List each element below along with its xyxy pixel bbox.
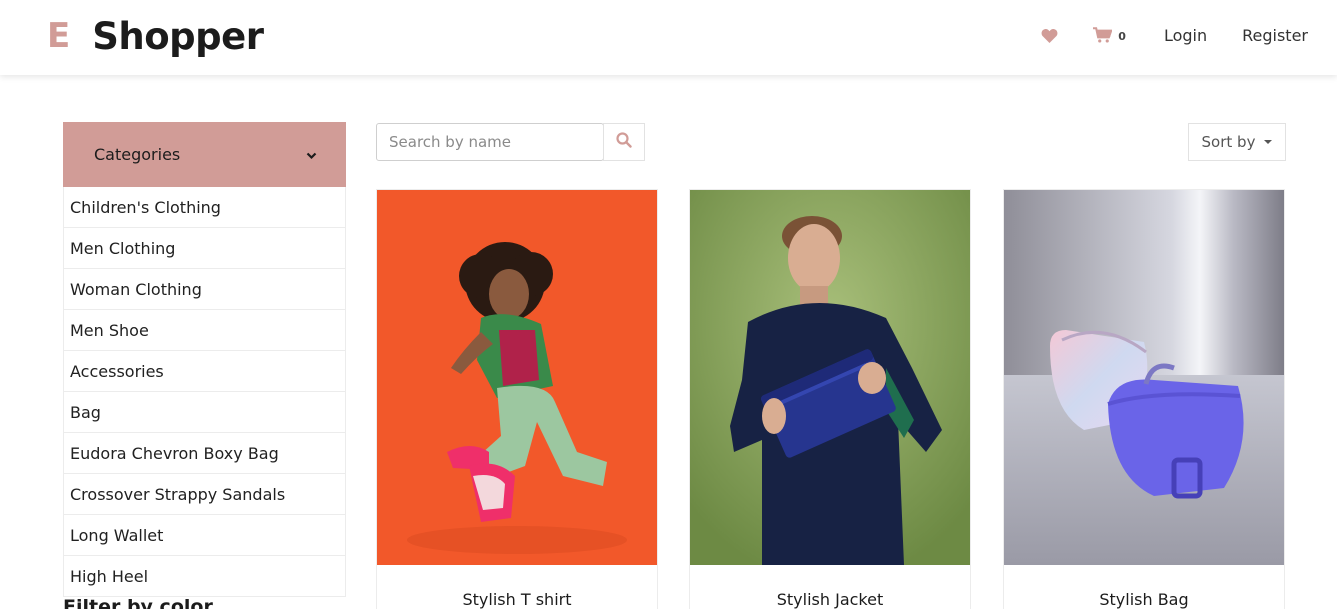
category-item-bag[interactable]: Bag bbox=[63, 392, 346, 433]
product-card[interactable]: Stylish Jacket bbox=[689, 189, 971, 609]
categories-label: Categories bbox=[94, 145, 181, 164]
category-item-woman-clothing[interactable]: Woman Clothing bbox=[63, 269, 346, 310]
product-card[interactable]: Stylish T shirt bbox=[376, 189, 658, 609]
category-item-crossover-strappy-sandals[interactable]: Crossover Strappy Sandals bbox=[63, 474, 346, 515]
search-input[interactable] bbox=[376, 123, 604, 161]
login-link[interactable]: Login bbox=[1164, 26, 1207, 45]
category-item-men-shoe[interactable]: Men Shoe bbox=[63, 310, 346, 351]
category-item-accessories[interactable]: Accessories bbox=[63, 351, 346, 392]
shopping-cart-icon[interactable] bbox=[1093, 27, 1113, 43]
brand-letter: E bbox=[47, 16, 71, 56]
site-header: E Shopper 0 Login Register bbox=[0, 0, 1337, 75]
product-name[interactable]: Stylish T shirt bbox=[377, 590, 657, 609]
category-item-childrens-clothing[interactable]: Children's Clothing bbox=[63, 187, 346, 228]
brand-logo[interactable]: E Shopper bbox=[47, 12, 264, 60]
sort-dropdown[interactable]: Sort by bbox=[1188, 123, 1286, 161]
category-item-long-wallet[interactable]: Long Wallet bbox=[63, 515, 346, 556]
search-icon bbox=[616, 132, 632, 152]
product-image[interactable] bbox=[1004, 190, 1284, 565]
product-card[interactable]: Stylish Bag bbox=[1003, 189, 1285, 609]
chevron-down-icon bbox=[306, 145, 317, 164]
product-image[interactable] bbox=[690, 190, 970, 565]
caret-down-icon bbox=[1264, 140, 1273, 144]
product-name[interactable]: Stylish Bag bbox=[1004, 590, 1284, 609]
category-item-eudora-chevron-boxy-bag[interactable]: Eudora Chevron Boxy Bag bbox=[63, 433, 346, 474]
sort-label: Sort by bbox=[1201, 133, 1256, 151]
cart-count-badge: 0 bbox=[1118, 30, 1126, 43]
product-name[interactable]: Stylish Jacket bbox=[690, 590, 970, 609]
categories-toggle[interactable]: Categories bbox=[63, 122, 346, 187]
category-item-high-heel[interactable]: High Heel bbox=[63, 556, 346, 597]
category-item-men-clothing[interactable]: Men Clothing bbox=[63, 228, 346, 269]
brand-name: Shopper bbox=[92, 14, 264, 58]
category-list: Children's Clothing Men Clothing Woman C… bbox=[63, 187, 346, 597]
heart-icon[interactable] bbox=[1041, 28, 1058, 43]
header-nav: 0 Login Register bbox=[1041, 22, 1308, 48]
search-button[interactable] bbox=[603, 123, 645, 161]
register-link[interactable]: Register bbox=[1242, 26, 1308, 45]
filter-by-color-heading: Filter by color bbox=[63, 596, 213, 609]
product-image[interactable] bbox=[377, 190, 657, 565]
